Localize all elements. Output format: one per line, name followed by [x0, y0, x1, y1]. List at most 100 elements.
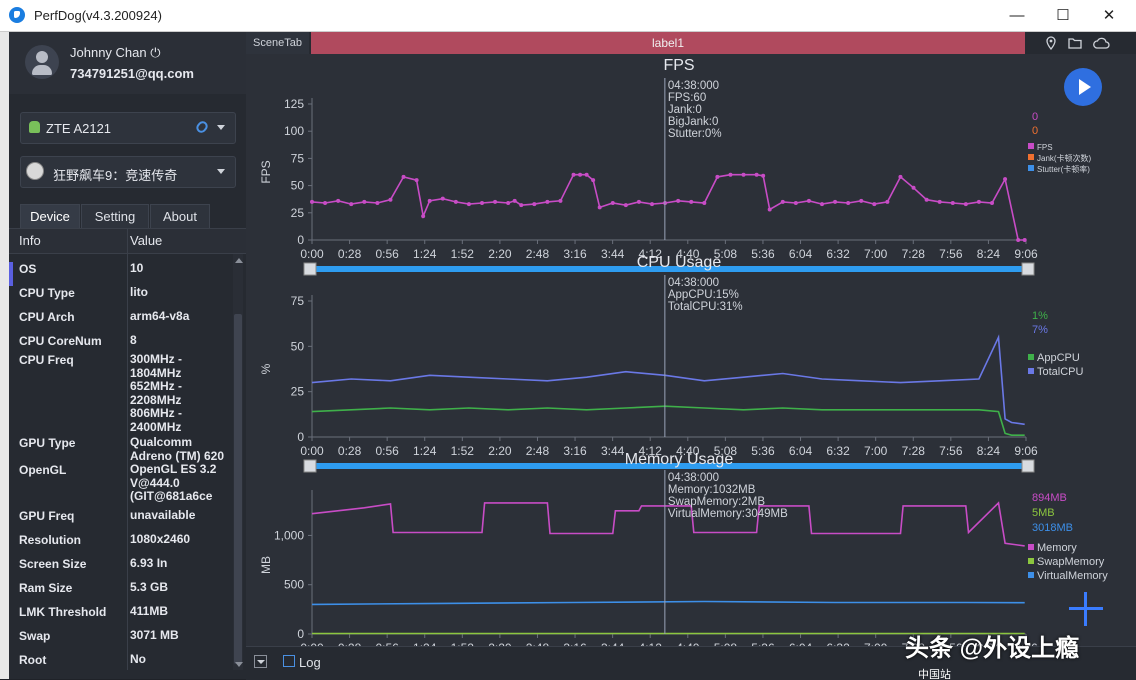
cursor-value: AppCPU:15% [668, 289, 739, 301]
x-tick-label: 0:56 [375, 444, 399, 458]
data-point [963, 202, 968, 207]
maximize-button[interactable]: ☐ [1040, 0, 1086, 31]
minimize-button[interactable]: — [994, 0, 1040, 31]
cursor-value: FPS:60 [668, 92, 706, 104]
data-point [793, 201, 798, 206]
data-point [349, 202, 354, 207]
data-point [806, 198, 811, 203]
slider-handle-right[interactable] [1021, 459, 1035, 473]
play-button[interactable] [1064, 68, 1102, 106]
legend-current-value: 7% [1032, 324, 1048, 336]
location-icon[interactable] [1044, 36, 1058, 50]
scene-bar: SceneTab label1 [246, 32, 1136, 54]
legend-label: SwapMemory [1037, 556, 1105, 568]
cloud-icon[interactable] [1092, 36, 1110, 50]
scene-tab[interactable]: SceneTab [246, 32, 309, 54]
legend-label: TotalCPU [1037, 366, 1084, 378]
watermark: 头条 @外设上瘾 [905, 635, 1080, 662]
data-point [741, 172, 746, 177]
data-point [401, 174, 406, 179]
power-icon[interactable]: ⏻ [150, 45, 160, 60]
data-point [650, 202, 654, 207]
data-point [545, 199, 550, 204]
data-point [689, 199, 694, 204]
data-point [1022, 238, 1027, 242]
scroll-down-icon[interactable] [235, 662, 243, 667]
y-tick-label: 0 [297, 233, 304, 247]
app-select[interactable]: 狂野飙车9：竞速传奇 [20, 156, 236, 188]
series-line-totalcpu [311, 334, 1025, 426]
data-point [846, 201, 851, 206]
y-tick-label: 0 [297, 627, 304, 641]
add-plus-icon[interactable] [1069, 592, 1103, 626]
collapse-toggle[interactable] [254, 655, 267, 668]
cursor-time: 04:38:000 [668, 277, 719, 289]
data-point [702, 201, 707, 206]
legend-swatch [1028, 572, 1034, 578]
x-tick-label: 2:48 [526, 247, 550, 261]
cursor-value: SwapMemory:2MB [668, 496, 765, 508]
avatar[interactable] [25, 45, 59, 79]
data-point [558, 198, 563, 203]
y-tick-label: 0 [297, 430, 304, 444]
slider-handle-left[interactable] [303, 262, 317, 276]
x-tick-label: 7:00 [864, 444, 888, 458]
android-icon [29, 121, 40, 133]
x-tick-label: 0:00 [300, 247, 324, 261]
close-button[interactable]: ✕ [1086, 0, 1132, 31]
x-tick-label: 7:28 [902, 444, 926, 458]
slider-handle-right[interactable] [1021, 262, 1035, 276]
scene-label[interactable]: label1 [311, 32, 1025, 54]
data-point [780, 199, 785, 204]
y-tick-label: 25 [291, 385, 305, 399]
x-tick-label: 3:16 [563, 444, 587, 458]
slider-handle-left[interactable] [303, 459, 317, 473]
legend-swatch [1028, 544, 1034, 550]
legend-label: Jank(卡顿次数) [1037, 153, 1092, 163]
chevron-down-icon [217, 125, 225, 130]
data-point [466, 202, 471, 207]
data-point [976, 199, 981, 204]
folder-icon[interactable] [1068, 36, 1082, 50]
data-point [310, 199, 314, 204]
data-point [950, 201, 955, 206]
legend-swatch [1028, 354, 1034, 360]
table-scrollbar-thumb[interactable] [234, 314, 242, 664]
series-line-appcpu [311, 405, 1025, 437]
x-tick-label: 1:52 [451, 444, 475, 458]
cursor-value: Stutter:0% [668, 128, 722, 140]
x-tick-label: 0:28 [338, 247, 362, 261]
tab-about[interactable]: About [150, 204, 210, 228]
data-point [1003, 177, 1008, 182]
tab-device[interactable]: Device [20, 204, 80, 228]
data-point [591, 178, 596, 183]
log-checkbox[interactable] [283, 655, 295, 667]
scroll-up-icon[interactable] [235, 258, 243, 263]
cursor-value: BigJank:0 [668, 116, 719, 128]
x-tick-label: 0:00 [300, 444, 324, 458]
device-select[interactable]: ZTE A2121 [20, 112, 236, 144]
legend-label: VirtualMemory [1037, 570, 1108, 582]
info-table-body: OS 10 CPU Type lito CPU Arch arm64-v8a CPU … [19, 261, 225, 667]
data-point [715, 174, 720, 179]
x-tick-label: 6:32 [826, 444, 850, 458]
charts-canvas: FPS FPS 0 25 50 75 100 125 0:00 0:28 0:56 1:24 1:52 2… [259, 57, 1108, 646]
y-tick-label: 75 [291, 151, 305, 165]
legend-label: FPS [1037, 143, 1053, 152]
data-point [1016, 238, 1021, 242]
user-name[interactable]: Johnny Chan ⏻ [70, 45, 161, 61]
legend-current-value: 894MB [1032, 492, 1067, 504]
tab-setting[interactable]: Setting [81, 204, 149, 228]
data-point [519, 203, 524, 208]
data-point [336, 198, 341, 203]
legend-current-value: 0 [1032, 125, 1038, 137]
cursor-time: 04:38:000 [668, 472, 719, 484]
x-tick-label: 1:24 [413, 247, 437, 261]
cursor-time: 04:38:000 [668, 80, 719, 92]
data-point [440, 196, 445, 201]
y-tick-label: 500 [284, 578, 304, 592]
data-point [859, 198, 864, 203]
data-point [421, 214, 426, 219]
data-point [728, 172, 733, 177]
app-icon [26, 162, 44, 180]
